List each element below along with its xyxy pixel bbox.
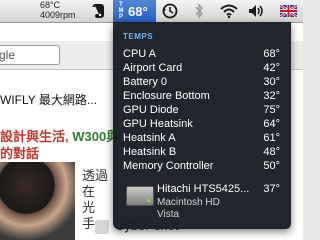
menu-bar: 68°C 4009rpm T M P 68° bbox=[0, 0, 303, 23]
page-text: WIFLY 最大網路... bbox=[0, 93, 97, 107]
sensor-name: CPU A bbox=[123, 48, 157, 60]
temperature-monitor-value: 68° bbox=[128, 3, 148, 19]
bluetooth-icon[interactable] bbox=[190, 2, 208, 20]
sensor-value: 64° bbox=[263, 118, 280, 130]
cpu-temp-readout: 68°C bbox=[40, 0, 61, 10]
sensor-name: Battery 0 bbox=[123, 76, 168, 88]
search-input[interactable]: gle bbox=[0, 45, 60, 65]
camera-icon bbox=[95, 220, 109, 234]
headline-red: 設計與生活, bbox=[0, 129, 73, 144]
sensor-row-battery-0[interactable]: Battery 0 30° bbox=[113, 75, 291, 89]
temperature-monitor-logo: T M P bbox=[118, 2, 124, 20]
disk-volume: Macintosh HD bbox=[157, 197, 220, 208]
temperature-monitor-icon[interactable]: T M P 68° bbox=[113, 0, 156, 22]
disk-temp: 37° bbox=[263, 183, 280, 195]
section-header: TEMPS bbox=[123, 32, 154, 41]
disk-volume: Vista bbox=[157, 209, 180, 220]
fan-rpm-readout: 4009rpm bbox=[40, 10, 76, 20]
sensor-row-gpu-diode[interactable]: GPU Diode 75° bbox=[113, 103, 291, 117]
sensor-name: Memory Controller bbox=[123, 160, 214, 172]
disk-item[interactable]: Hitachi HTS5425... 37° Macintosh HD Vist… bbox=[113, 180, 291, 228]
sensor-name: GPU Diode bbox=[123, 104, 179, 116]
evernote-icon[interactable] bbox=[90, 2, 106, 20]
sensor-value: 32° bbox=[263, 90, 280, 102]
sensor-name: Airport Card bbox=[123, 62, 183, 74]
sensor-name: GPU Heatsink bbox=[123, 118, 193, 130]
sensor-name: Heatsink B bbox=[123, 146, 177, 158]
sensor-value: 30° bbox=[263, 76, 280, 88]
sensor-value: 75° bbox=[263, 104, 280, 116]
disk-model: Hitachi HTS5425... bbox=[157, 183, 250, 195]
sensor-row-enclosure-bottom[interactable]: Enclosure Bottom 32° bbox=[113, 89, 291, 103]
sensor-row-cpu-a[interactable]: CPU A 68° bbox=[113, 47, 291, 61]
wifi-icon[interactable] bbox=[219, 2, 239, 20]
headline-link-2[interactable]: 的對話 bbox=[0, 143, 39, 162]
time-machine-icon[interactable] bbox=[161, 2, 179, 20]
temperature-dropdown-menu: TEMPS CPU A 68° Airport Card 42° Battery… bbox=[113, 22, 291, 229]
sensor-value: 48° bbox=[263, 146, 280, 158]
flag-uk-icon[interactable] bbox=[279, 2, 297, 20]
sensor-value: 50° bbox=[263, 160, 280, 172]
sensor-row-gpu-heatsink[interactable]: GPU Heatsink 64° bbox=[113, 117, 291, 131]
sensor-row-airport-card[interactable]: Airport Card 42° bbox=[113, 61, 291, 75]
sensor-row-heatsink-a[interactable]: Heatsink A 61° bbox=[113, 131, 291, 145]
sensor-row-memory-controller[interactable]: Memory Controller 50° bbox=[113, 159, 291, 173]
sensor-value: 61° bbox=[263, 132, 280, 144]
sensor-value: 68° bbox=[263, 48, 280, 60]
article-photo[interactable] bbox=[0, 162, 75, 240]
hard-drive-icon bbox=[126, 186, 154, 206]
sensor-row-heatsink-b[interactable]: Heatsink B 48° bbox=[113, 145, 291, 159]
sensor-name: Heatsink A bbox=[123, 132, 176, 144]
sensor-name: Enclosure Bottom bbox=[123, 90, 210, 102]
article-text: 手 bbox=[82, 216, 96, 231]
sensor-value: 42° bbox=[263, 62, 280, 74]
cpu-readout[interactable]: 68°C 4009rpm bbox=[40, 0, 84, 20]
volume-icon[interactable] bbox=[248, 2, 266, 20]
